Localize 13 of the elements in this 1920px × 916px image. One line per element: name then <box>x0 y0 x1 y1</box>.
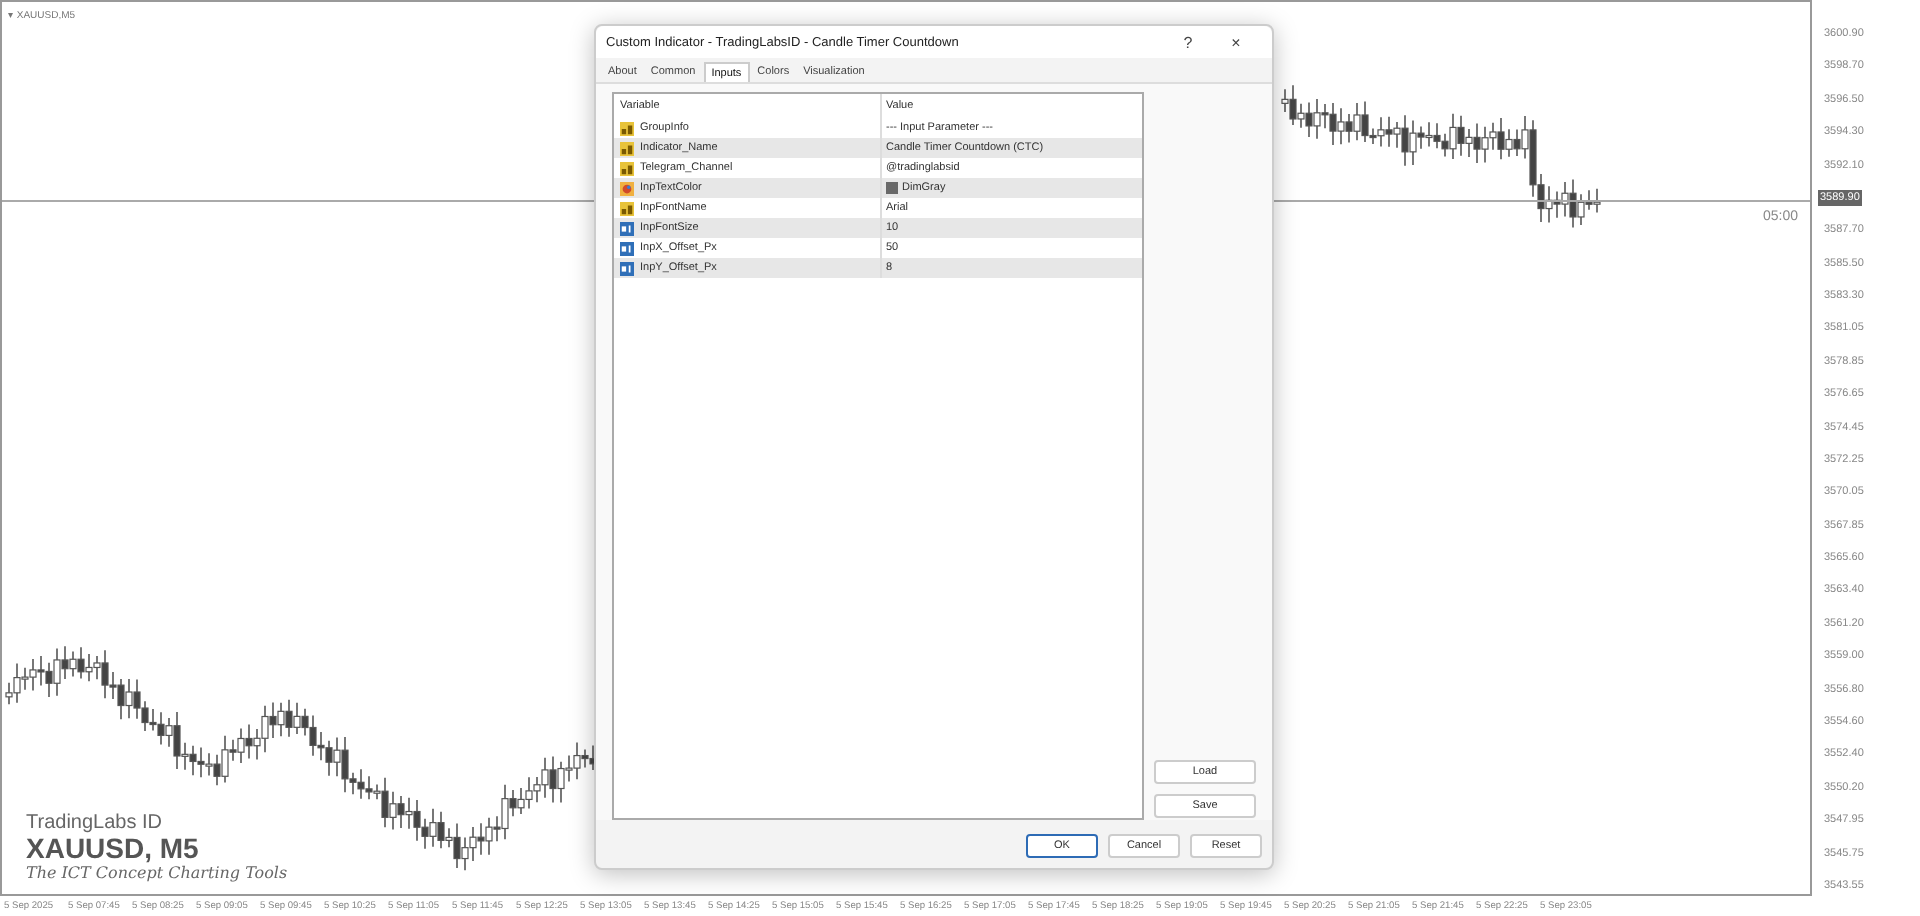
help-button[interactable]: ? <box>1164 33 1212 52</box>
number-type-icon <box>620 261 634 275</box>
text-type-icon <box>620 201 634 215</box>
palette-icon <box>620 181 634 195</box>
number-type-icon <box>620 221 634 235</box>
tagline-label: The ICT Concept Charting Tools <box>26 864 288 882</box>
text-type-icon <box>620 121 634 135</box>
brand-label: TradingLabs ID <box>26 812 164 834</box>
close-button[interactable]: × <box>1212 33 1260 52</box>
text-type-icon <box>620 141 634 155</box>
number-type-icon <box>620 241 634 255</box>
text-type-icon <box>620 161 634 175</box>
symbol-label: XAUUSD, M5 <box>26 834 201 864</box>
